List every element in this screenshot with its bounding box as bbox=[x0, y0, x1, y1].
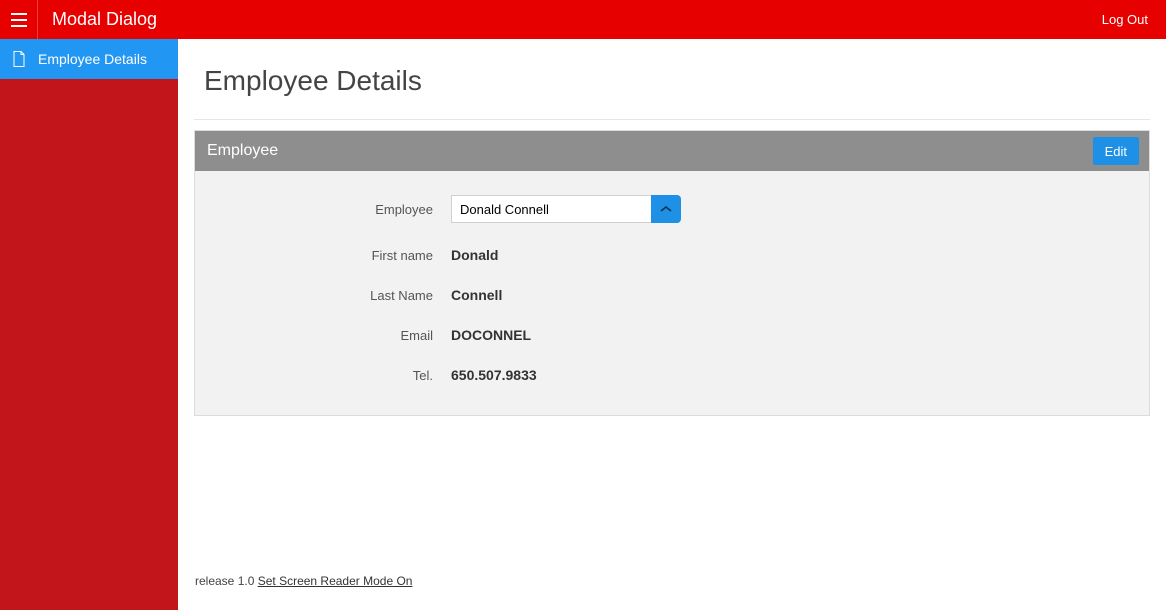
app-title: Modal Dialog bbox=[38, 9, 157, 30]
form-row-employee: Employee bbox=[211, 195, 1133, 223]
screen-reader-link[interactable]: Set Screen Reader Mode On bbox=[258, 574, 413, 588]
employee-input[interactable] bbox=[451, 195, 651, 223]
region-title: Employee bbox=[207, 142, 278, 160]
topbar: Modal Dialog Log Out bbox=[0, 0, 1166, 39]
footer: release 1.0 Set Screen Reader Mode On bbox=[195, 574, 412, 588]
form-row-email: Email DOCONNEL bbox=[211, 327, 1133, 343]
region-header: Employee Edit bbox=[195, 131, 1149, 171]
divider bbox=[194, 119, 1150, 120]
sidebar-item-employee-details[interactable]: Employee Details bbox=[0, 39, 178, 79]
value-email: DOCONNEL bbox=[451, 327, 531, 343]
edit-button[interactable]: Edit bbox=[1093, 137, 1139, 165]
sidebar-item-label: Employee Details bbox=[38, 51, 147, 67]
hamburger-button[interactable] bbox=[0, 0, 38, 39]
form-row-last-name: Last Name Connell bbox=[211, 287, 1133, 303]
value-tel: 650.507.9833 bbox=[451, 367, 537, 383]
sidebar: Employee Details bbox=[0, 39, 178, 610]
label-first-name: First name bbox=[211, 248, 451, 263]
document-icon bbox=[12, 51, 26, 67]
chevron-up-icon bbox=[660, 205, 672, 213]
employee-region: Employee Edit Employee bbox=[194, 130, 1150, 416]
value-last-name: Connell bbox=[451, 287, 502, 303]
form-row-first-name: First name Donald bbox=[211, 247, 1133, 263]
label-last-name: Last Name bbox=[211, 288, 451, 303]
logout-link[interactable]: Log Out bbox=[1102, 12, 1166, 27]
label-tel: Tel. bbox=[211, 368, 451, 383]
form-row-tel: Tel. 650.507.9833 bbox=[211, 367, 1133, 383]
main-content: Employee Details Employee Edit Employee bbox=[178, 39, 1166, 610]
employee-lov-button[interactable] bbox=[651, 195, 681, 223]
label-email: Email bbox=[211, 328, 451, 343]
page-title: Employee Details bbox=[178, 39, 1166, 119]
region-body: Employee First name Donald bbox=[195, 171, 1149, 415]
label-employee: Employee bbox=[211, 202, 451, 217]
value-first-name: Donald bbox=[451, 247, 498, 263]
release-text: release 1.0 bbox=[195, 574, 258, 588]
hamburger-icon bbox=[11, 13, 27, 27]
